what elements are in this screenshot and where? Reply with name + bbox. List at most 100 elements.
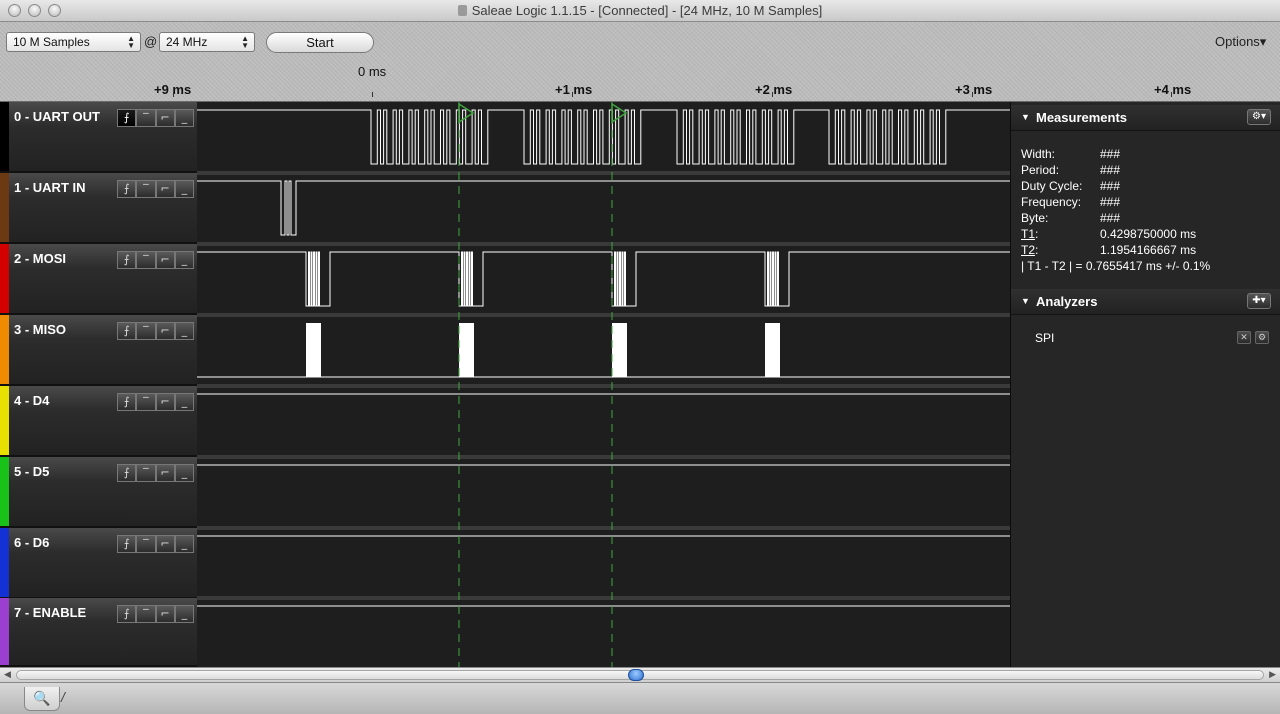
timeline-tick — [572, 92, 573, 97]
analyzers-header[interactable]: ▼ Analyzers ✚▾ — [1011, 289, 1280, 315]
measurement-key: Frequency: — [1021, 195, 1082, 209]
trigger-high-button[interactable]: ‾ — [136, 322, 156, 340]
analyzer-settings-gear-icon[interactable]: ⚙ — [1255, 331, 1269, 344]
trigger-low-button[interactable]: _ — [174, 464, 194, 482]
analyzer-item-spi[interactable]: SPI — [1035, 331, 1054, 345]
trigger-rising-edge-button[interactable]: ⨍ — [117, 322, 137, 340]
trigger-rising-edge-button[interactable]: ⨍ — [117, 180, 137, 198]
trigger-low-button[interactable]: _ — [174, 251, 194, 269]
trigger-low-button[interactable]: _ — [174, 605, 194, 623]
search-tab[interactable]: 🔍 — [24, 687, 60, 711]
zero-time-label: 0 ms — [358, 64, 387, 79]
trigger-high-button[interactable]: ‾ — [136, 393, 156, 411]
measurement-value: ### — [1100, 195, 1121, 209]
toolbar: 10 M Samples ▲ ▼ @ 24 MHz ▲ ▼ Start Option… — [0, 22, 1280, 102]
trigger-rising-edge-button[interactable]: ⨍ — [117, 535, 137, 553]
channel-label-1[interactable]: 1 - UART IN ⨍ ‾ ⌐ _ — [0, 173, 197, 244]
trigger-falling-edge-button[interactable]: ⌐ — [155, 251, 175, 269]
channel-label-4[interactable]: 4 - D4 ⨍ ‾ ⌐ _ — [0, 386, 197, 457]
timeline-tick-label: +3 ms — [955, 82, 993, 97]
channel-name[interactable]: 0 - UART OUT — [14, 109, 100, 124]
trigger-low-button[interactable]: _ — [174, 393, 194, 411]
trigger-low-button[interactable]: _ — [174, 109, 194, 127]
measurement-value: ### — [1100, 163, 1121, 177]
bottom-bar: 🔍 / — [0, 682, 1280, 714]
uart-in-trace — [197, 180, 1010, 236]
side-panel: ▼ Measurements ⚙▾ Width: ### Period: ###… — [1010, 102, 1280, 667]
t2-key[interactable]: T2: — [1021, 243, 1038, 257]
row-separator — [197, 455, 1010, 459]
measurement-key: Byte: — [1021, 211, 1049, 225]
trigger-falling-edge-button[interactable]: ⌐ — [155, 464, 175, 482]
scroll-thumb[interactable] — [628, 669, 644, 681]
channel-name[interactable]: 1 - UART IN — [14, 180, 86, 195]
trigger-rising-edge-button[interactable]: ⨍ — [117, 464, 137, 482]
disclosure-triangle-icon[interactable]: ▼ — [1021, 112, 1030, 122]
channel-color-swatch — [0, 102, 9, 171]
channel-label-6[interactable]: 6 - D6 ⨍ ‾ ⌐ _ — [0, 528, 197, 599]
trigger-falling-edge-button[interactable]: ⌐ — [155, 109, 175, 127]
trigger-high-button[interactable]: ‾ — [136, 464, 156, 482]
disclosure-triangle-icon[interactable]: ▼ — [1021, 296, 1030, 306]
channel-color-swatch — [0, 598, 9, 665]
expand-panel-icon[interactable]: / — [61, 689, 81, 709]
trigger-low-button[interactable]: _ — [174, 180, 194, 198]
sample-rate-value: 24 MHz — [166, 35, 208, 49]
trigger-high-button[interactable]: ‾ — [136, 251, 156, 269]
trigger-button-group: ⨍ ‾ ⌐ _ — [117, 393, 194, 411]
trigger-falling-edge-button[interactable]: ⌐ — [155, 322, 175, 340]
time-delta-readout: | T1 - T2 | = 0.7655417 ms +/- 0.1% — [1021, 259, 1211, 273]
trigger-falling-edge-button[interactable]: ⌐ — [155, 393, 175, 411]
remove-analyzer-icon[interactable]: ✕ — [1237, 331, 1251, 344]
channel-name[interactable]: 3 - MISO — [14, 322, 66, 337]
trigger-rising-edge-button[interactable]: ⨍ — [117, 251, 137, 269]
channel-name[interactable]: 4 - D4 — [14, 393, 49, 408]
t1-key[interactable]: T1: — [1021, 227, 1038, 241]
trigger-rising-edge-button[interactable]: ⨍ — [117, 605, 137, 623]
waveform-view[interactable] — [197, 102, 1010, 667]
waveform-canvas[interactable] — [197, 102, 1010, 667]
scroll-left-icon[interactable]: ◀ — [4, 669, 11, 680]
channel-label-7[interactable]: 7 - ENABLE ⨍ ‾ ⌐ _ — [0, 598, 197, 667]
horizontal-scrollbar[interactable]: ◀ ▶ — [0, 667, 1280, 682]
options-menu-button[interactable]: Options▾ — [1215, 34, 1266, 50]
measurements-header[interactable]: ▼ Measurements ⚙▾ — [1011, 105, 1280, 131]
trigger-falling-edge-button[interactable]: ⌐ — [155, 180, 175, 198]
channel-name[interactable]: 7 - ENABLE — [14, 605, 86, 620]
channel-name[interactable]: 6 - D6 — [14, 535, 49, 550]
trigger-low-button[interactable]: _ — [174, 322, 194, 340]
trigger-button-group: ⨍ ‾ ⌐ _ — [117, 251, 194, 269]
trigger-falling-edge-button[interactable]: ⌐ — [155, 535, 175, 553]
channel-color-swatch — [0, 457, 9, 526]
trigger-rising-edge-button[interactable]: ⨍ — [117, 393, 137, 411]
search-icon: 🔍 — [33, 690, 51, 706]
row-separator — [197, 242, 1010, 246]
trigger-high-button[interactable]: ‾ — [136, 109, 156, 127]
channel-name[interactable]: 2 - MOSI — [14, 251, 66, 266]
title-bar: Saleae Logic 1.1.15 - [Connected] - [24 … — [0, 0, 1280, 22]
t2-marker-link[interactable]: T2 — [1021, 243, 1035, 257]
channel-label-3[interactable]: 3 - MISO ⨍ ‾ ⌐ _ — [0, 315, 197, 386]
channel-label-0[interactable]: 0 - UART OUT ⨍ ‾ ⌐ _ — [0, 102, 197, 173]
trigger-low-button[interactable]: _ — [174, 535, 194, 553]
add-analyzer-icon[interactable]: ✚▾ — [1247, 293, 1271, 309]
sample-rate-select[interactable]: 24 MHz ▲ ▼ — [159, 32, 255, 52]
trigger-falling-edge-button[interactable]: ⌐ — [155, 605, 175, 623]
sample-count-select[interactable]: 10 M Samples ▲ ▼ — [6, 32, 141, 52]
channel-label-5[interactable]: 5 - D5 ⨍ ‾ ⌐ _ — [0, 457, 197, 528]
trigger-high-button[interactable]: ‾ — [136, 180, 156, 198]
channel-label-2[interactable]: 2 - MOSI ⨍ ‾ ⌐ _ — [0, 244, 197, 315]
measurement-key: Period: — [1021, 163, 1060, 177]
start-button[interactable]: Start — [266, 32, 374, 53]
timeline-tick — [1171, 92, 1172, 97]
trigger-high-button[interactable]: ‾ — [136, 535, 156, 553]
t1-marker-link[interactable]: T1 — [1021, 227, 1035, 241]
t2-value: 1.1954166667 ms — [1100, 243, 1197, 257]
t1-value: 0.4298750000 ms — [1100, 227, 1197, 241]
channel-name[interactable]: 5 - D5 — [14, 464, 49, 479]
trigger-high-button[interactable]: ‾ — [136, 605, 156, 623]
trigger-rising-edge-button[interactable]: ⨍ — [117, 109, 137, 127]
window-title: Saleae Logic 1.1.15 - [Connected] - [24 … — [0, 3, 1280, 18]
scroll-right-icon[interactable]: ▶ — [1269, 669, 1276, 680]
measurements-settings-gear-icon[interactable]: ⚙▾ — [1247, 109, 1271, 125]
